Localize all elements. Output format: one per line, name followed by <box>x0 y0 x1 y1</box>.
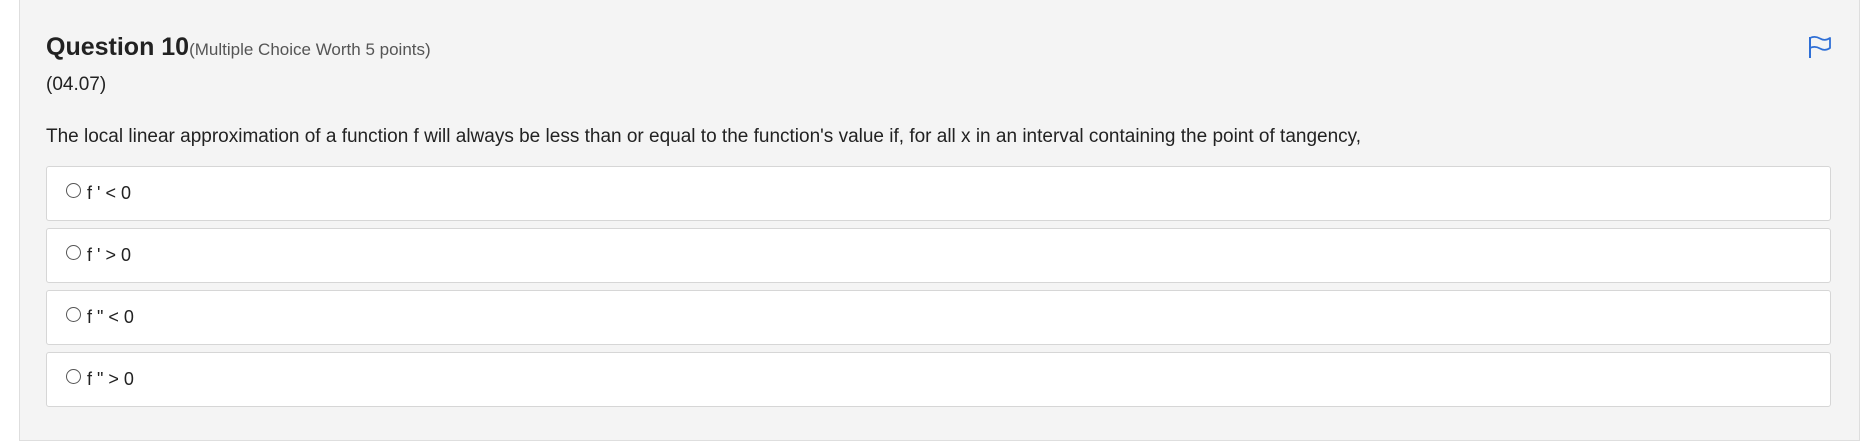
answer-choice[interactable]: f ' > 0 <box>46 228 1831 283</box>
question-meta: (Multiple Choice Worth 5 points) <box>189 40 431 59</box>
flag-question-button[interactable] <box>1807 34 1833 60</box>
answer-choice[interactable]: f ' < 0 <box>46 166 1831 221</box>
choice-label: f " < 0 <box>87 307 134 327</box>
choice-label: f ' < 0 <box>87 183 131 203</box>
radio-button[interactable] <box>66 245 81 260</box>
answer-choice[interactable]: f " > 0 <box>46 352 1831 407</box>
question-card: Question 10(Multiple Choice Worth 5 poin… <box>19 0 1860 441</box>
radio-button[interactable] <box>66 183 81 198</box>
answer-choices: f ' < 0 f ' > 0 f " < 0 f " > 0 <box>46 166 1831 414</box>
question-header: Question 10(Multiple Choice Worth 5 poin… <box>46 33 431 62</box>
choice-label: f " > 0 <box>87 369 134 389</box>
question-title: Question 10 <box>46 33 190 61</box>
choice-label: f ' > 0 <box>87 245 131 265</box>
radio-button[interactable] <box>66 307 81 322</box>
question-code: (04.07) <box>46 74 107 95</box>
question-prompt: The local linear approximation of a func… <box>46 126 1362 147</box>
answer-choice[interactable]: f " < 0 <box>46 290 1831 345</box>
flag-icon <box>1809 35 1831 58</box>
radio-button[interactable] <box>66 369 81 384</box>
